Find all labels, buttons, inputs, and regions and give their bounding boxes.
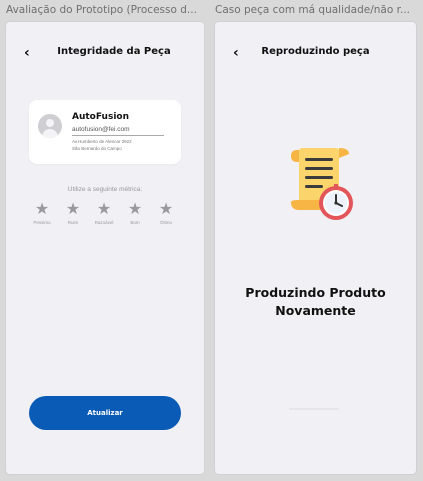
- status-message-line-1: Produzindo Produto: [245, 285, 386, 300]
- rating-pessimo[interactable]: ★ Pessimo: [27, 199, 57, 226]
- page-title: Integridade da Peça: [57, 46, 171, 57]
- status-message-line-2: Novamente: [275, 303, 356, 318]
- frame-label-1: Avaliação do Prototipo (Processo d...: [6, 4, 197, 16]
- avatar-icon: [38, 114, 62, 138]
- rating-label: Razoável: [94, 220, 114, 225]
- address-line-2: São Bernardo do Campo: [72, 146, 122, 151]
- rating-otimo[interactable]: ★ Ótimo: [151, 199, 181, 226]
- header: ‹ Integridade da Peça: [6, 44, 204, 64]
- metric-label: Utilize a seguinte métrica:: [67, 186, 143, 193]
- rating-bom[interactable]: ★ Bom: [120, 199, 150, 226]
- header: ‹ Reproduzindo peça: [215, 44, 416, 64]
- company-name: AutoFusion: [72, 112, 129, 122]
- star-icon: ★: [65, 199, 81, 218]
- screen-reproduzindo: ‹ Reproduzindo peça Produzindo Produto N…: [215, 22, 416, 474]
- frame-label-2: Caso peça com má qualidade/não r...: [215, 4, 410, 16]
- company-email: autofusion@fei.com: [72, 126, 130, 133]
- rating-label: Bom: [130, 220, 140, 225]
- placeholder-bar: [289, 408, 339, 410]
- rating-ruim[interactable]: ★ Ruim: [58, 199, 88, 226]
- status-message: Produzindo Produto Novamente: [215, 284, 416, 320]
- page-title: Reproduzindo peça: [261, 46, 370, 57]
- rating-stars: ★ Pessimo ★ Ruim ★ Razoável ★ Bom ★ Ótim…: [27, 200, 185, 230]
- scroll-with-clock-icon: [291, 148, 353, 220]
- divider: [72, 135, 164, 136]
- update-button[interactable]: Atualizar: [29, 396, 181, 430]
- rating-label: Ruim: [67, 220, 79, 225]
- rating-razoavel[interactable]: ★ Razoável: [89, 199, 119, 226]
- star-icon: ★: [34, 199, 50, 218]
- screen-integridade: ‹ Integridade da Peça AutoFusion autofus…: [6, 22, 204, 474]
- star-icon: ★: [127, 199, 143, 218]
- address-line-1: Av.Humberto de Alencar 3922: [72, 139, 132, 144]
- company-card: AutoFusion autofusion@fei.com Av.Humbert…: [29, 100, 181, 164]
- rating-label: Ótimo: [159, 220, 172, 225]
- star-icon: ★: [158, 199, 174, 218]
- rating-label: Pessimo: [33, 220, 51, 225]
- star-icon: ★: [96, 199, 112, 218]
